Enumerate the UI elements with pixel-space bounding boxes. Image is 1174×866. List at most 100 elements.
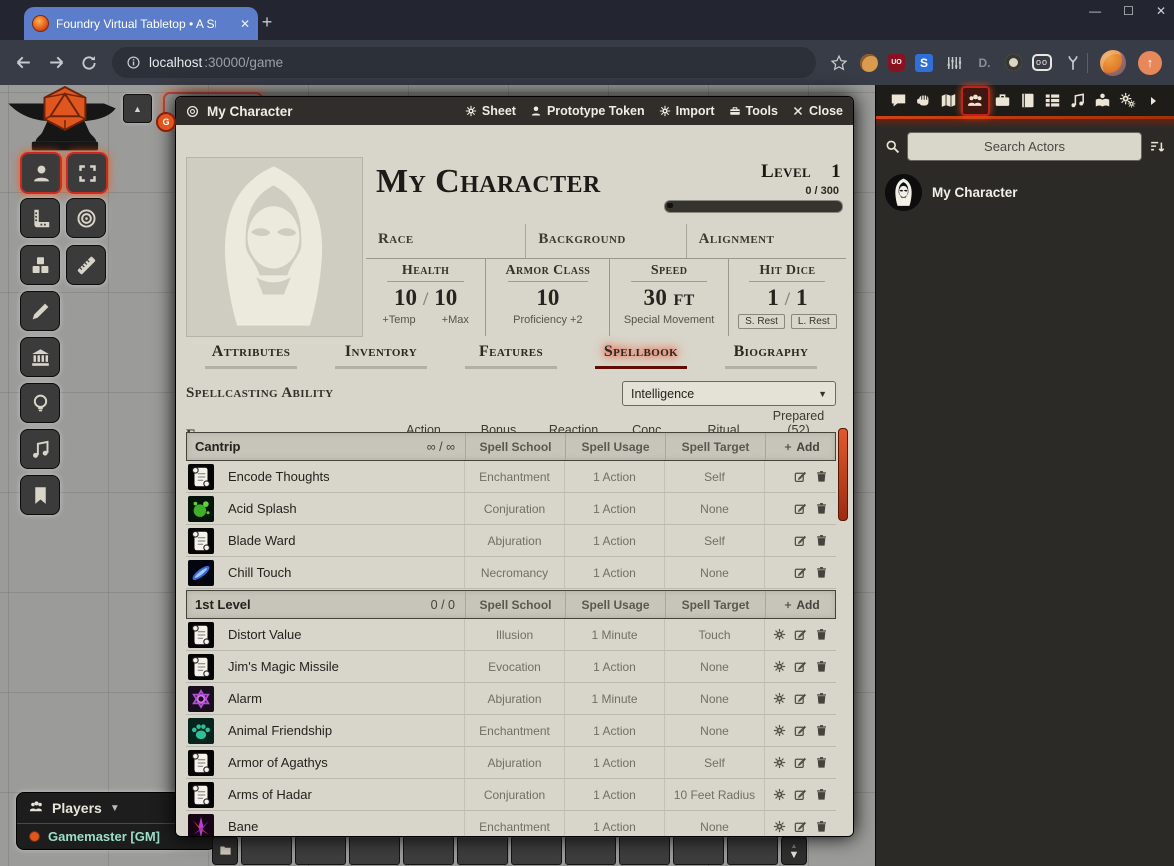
spell-icon-acid-splash[interactable] xyxy=(188,496,214,522)
window-header[interactable]: My Character SheetPrototype TokenImportT… xyxy=(176,97,853,125)
sidebar-tab-playlists[interactable] xyxy=(1065,88,1090,114)
sheet-button[interactable]: Sheet xyxy=(465,104,516,118)
cookie-extension-icon[interactable] xyxy=(860,54,878,72)
prepare-toggle-icon[interactable] xyxy=(773,788,786,801)
sidebar-tab-tables[interactable] xyxy=(1040,88,1065,114)
address-bar[interactable]: localhost:30000/game xyxy=(112,47,816,78)
spell-name[interactable]: Jim's Magic Missile xyxy=(220,659,464,674)
hotbar-slot[interactable] xyxy=(619,836,670,865)
sort-filter-icon[interactable] xyxy=(1149,138,1166,155)
edit-spell-icon[interactable] xyxy=(794,628,807,641)
spell-row[interactable]: Bane Enchantment 1 Action None xyxy=(186,811,836,836)
spell-row[interactable]: Alarm Abjuration 1 Minute None xyxy=(186,683,836,715)
tab-biography[interactable]: Biography xyxy=(706,343,836,369)
spell-row[interactable]: Arms of Hadar Conjuration 1 Action 10 Fe… xyxy=(186,779,836,811)
field-background[interactable]: Background xyxy=(526,224,686,258)
search-actors-input[interactable] xyxy=(907,132,1142,161)
reload-icon[interactable] xyxy=(80,54,98,72)
tab-spellbook[interactable]: Spellbook xyxy=(576,343,706,369)
edit-spell-icon[interactable] xyxy=(794,470,807,483)
hotbar-slot[interactable] xyxy=(673,836,724,865)
prepare-toggle-icon[interactable] xyxy=(773,660,786,673)
hotbar-slot[interactable] xyxy=(349,836,400,865)
spell-icon-scroll[interactable] xyxy=(188,622,214,648)
spell-list-scrollbar[interactable] xyxy=(838,428,848,521)
edit-spell-icon[interactable] xyxy=(794,724,807,737)
spell-name[interactable]: Encode Thoughts xyxy=(220,469,464,484)
target-tool-button[interactable] xyxy=(66,198,106,238)
select-tool-button[interactable] xyxy=(66,152,108,194)
eye-extension-icon[interactable] xyxy=(1005,54,1022,71)
edit-spell-icon[interactable] xyxy=(794,502,807,515)
add-spell-button[interactable]: Add xyxy=(765,591,836,618)
spell-icon-scroll[interactable] xyxy=(188,464,214,490)
add-spell-button[interactable]: Add xyxy=(765,433,836,460)
spell-row[interactable]: Encode Thoughts Enchantment 1 Action Sel… xyxy=(186,461,836,493)
browser-tab[interactable]: Foundry Virtual Tabletop • A Stan ✕ xyxy=(24,7,258,40)
spell-row[interactable]: Acid Splash Conjuration 1 Action None xyxy=(186,493,836,525)
delete-spell-icon[interactable] xyxy=(815,756,828,769)
prepare-toggle-icon[interactable] xyxy=(773,756,786,769)
browser-update-button[interactable]: ↑ xyxy=(1138,51,1162,75)
xp-value[interactable]: 0 / 300 xyxy=(805,185,839,197)
d-extension-icon[interactable]: D. xyxy=(974,52,995,73)
character-portrait[interactable] xyxy=(186,157,363,337)
edit-spell-icon[interactable] xyxy=(794,692,807,705)
forward-icon[interactable] xyxy=(47,53,66,72)
hotbar-slot[interactable] xyxy=(295,836,346,865)
drawing-controls-button[interactable] xyxy=(20,291,60,331)
delete-spell-icon[interactable] xyxy=(815,502,828,515)
edit-spell-icon[interactable] xyxy=(794,566,807,579)
delete-spell-icon[interactable] xyxy=(815,788,828,801)
prepare-toggle-icon[interactable] xyxy=(773,692,786,705)
spell-name[interactable]: Chill Touch xyxy=(220,565,464,580)
hp-current[interactable]: 10 xyxy=(394,285,417,310)
character-name[interactable]: My Character xyxy=(376,165,601,199)
spell-row[interactable]: Blade Ward Abjuration 1 Action Self xyxy=(186,525,836,557)
ability-select[interactable]: Intelligence ▼ xyxy=(622,381,836,406)
section-slots[interactable]: 0 / 0 xyxy=(431,598,455,612)
maximize-icon[interactable]: ☐ xyxy=(1123,4,1134,18)
hd-max[interactable]: 1 xyxy=(796,285,808,310)
delete-spell-icon[interactable] xyxy=(815,660,828,673)
spell-icon-chill-touch[interactable] xyxy=(188,560,214,586)
spell-row[interactable]: Jim's Magic Missile Evocation 1 Action N… xyxy=(186,651,836,683)
controls-collapse-button[interactable]: ▲ xyxy=(123,94,152,123)
spell-icon-scroll[interactable] xyxy=(188,528,214,554)
spell-icon-scroll[interactable] xyxy=(188,782,214,808)
spell-name[interactable]: Animal Friendship xyxy=(220,723,464,738)
sidebar-tab-combat[interactable] xyxy=(911,88,936,114)
delete-spell-icon[interactable] xyxy=(815,692,828,705)
sidebar-tab-journal[interactable] xyxy=(1015,88,1040,114)
spell-icon-animal-friendship[interactable] xyxy=(188,718,214,744)
long-rest-button[interactable]: L. Rest xyxy=(791,314,837,329)
hp-temp-label[interactable]: +Temp xyxy=(382,314,415,326)
delete-spell-icon[interactable] xyxy=(815,724,828,737)
prepare-toggle-icon[interactable] xyxy=(773,628,786,641)
tile-controls-button[interactable] xyxy=(20,245,60,285)
delete-spell-icon[interactable] xyxy=(815,566,828,579)
ac-value[interactable]: 10 xyxy=(536,285,559,311)
spell-name[interactable]: Blade Ward xyxy=(220,533,464,548)
level-value[interactable]: 1 xyxy=(831,161,841,183)
domino-extension-icon[interactable]: oo xyxy=(1032,54,1052,71)
wall-controls-button[interactable] xyxy=(20,337,60,377)
lighting-controls-button[interactable] xyxy=(20,383,60,423)
speed-value[interactable]: 30 ft xyxy=(644,285,695,311)
field-race[interactable]: Race xyxy=(366,224,526,258)
hotbar-folder-button[interactable] xyxy=(212,836,238,865)
spell-name[interactable]: Distort Value xyxy=(220,627,464,642)
sidebar-tab-compendium[interactable] xyxy=(1090,88,1115,114)
short-rest-button[interactable]: S. Rest xyxy=(738,314,785,329)
delete-spell-icon[interactable] xyxy=(815,534,828,547)
prepare-toggle-icon[interactable] xyxy=(773,820,786,833)
spell-name[interactable]: Bane xyxy=(220,819,464,834)
tools-button[interactable]: Tools xyxy=(729,104,778,118)
spell-name[interactable]: Arms of Hadar xyxy=(220,787,464,802)
hotbar-page-button[interactable]: ▲▼ xyxy=(781,836,807,865)
section-slots[interactable]: ∞ / ∞ xyxy=(427,440,455,454)
tab-features[interactable]: Features xyxy=(446,343,576,369)
spell-name[interactable]: Acid Splash xyxy=(220,501,464,516)
close-window-icon[interactable]: ✕ xyxy=(1156,4,1166,18)
edit-spell-icon[interactable] xyxy=(794,820,807,833)
